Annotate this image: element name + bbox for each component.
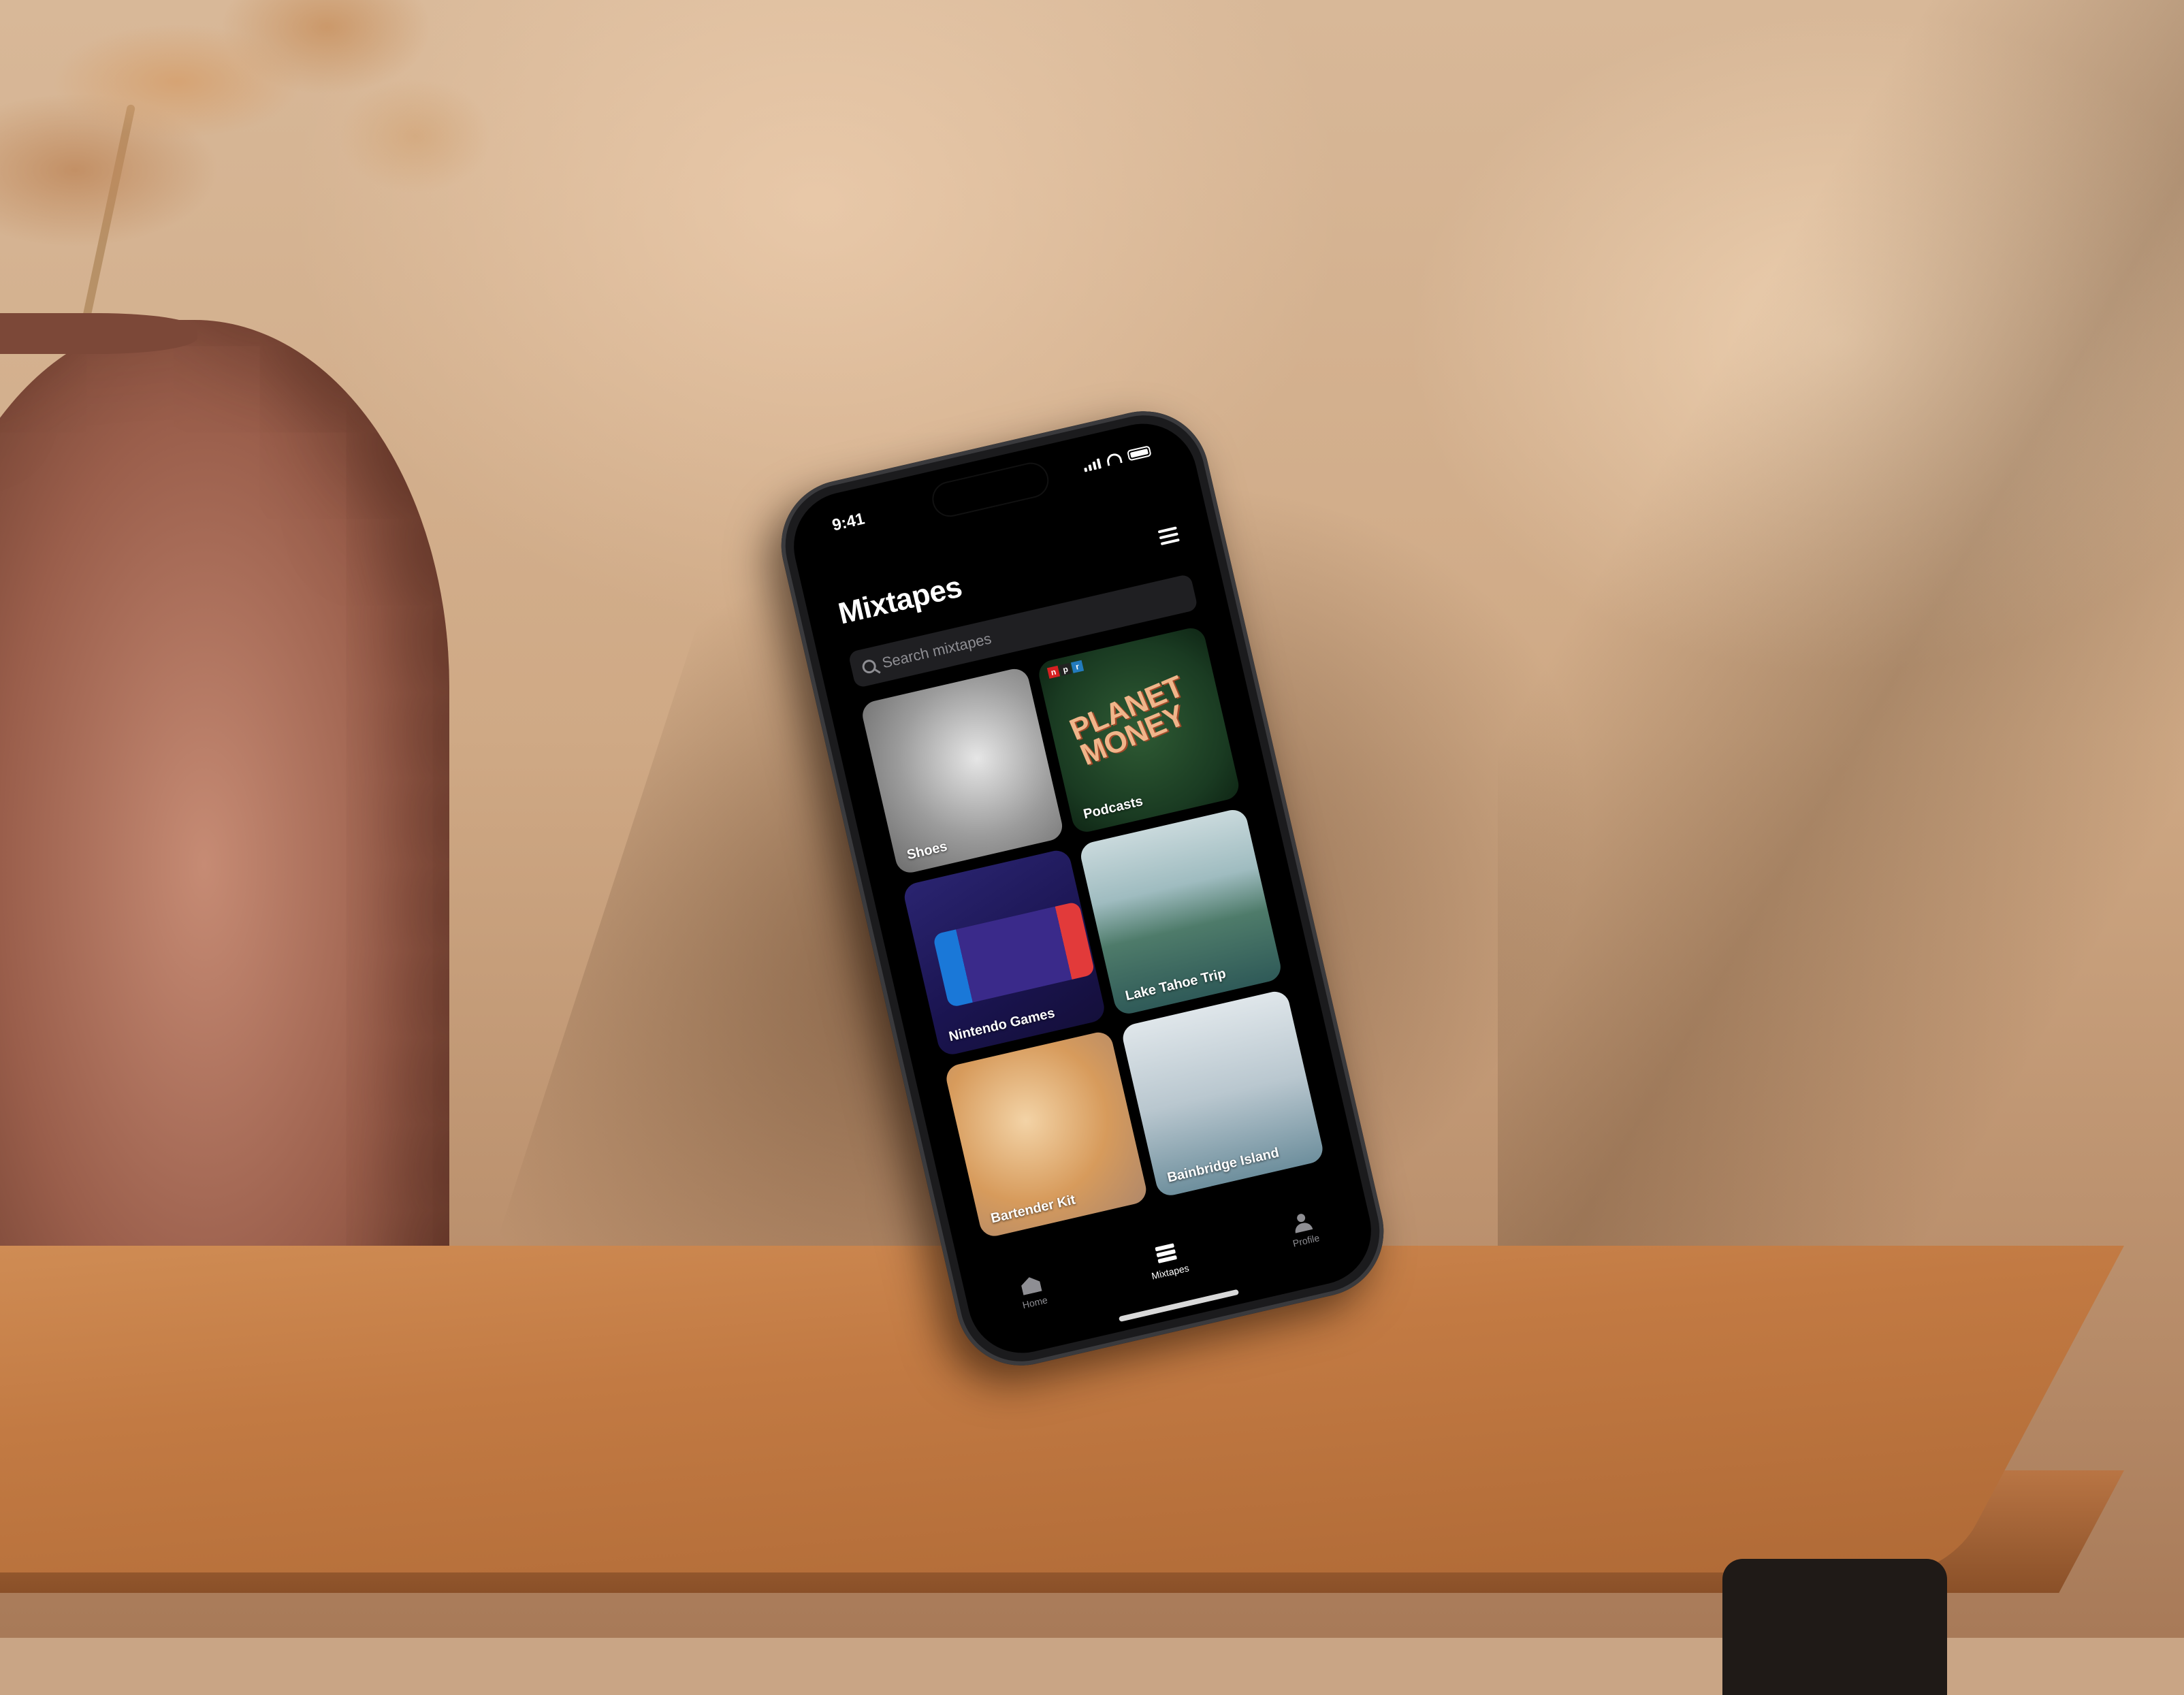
vase-neck [0,313,197,354]
planet-money-cover-text: PLANET MONEY [1065,669,1190,773]
mixtape-card-label: Nintendo Games [947,1005,1057,1045]
pampas-grass [0,0,517,327]
dynamic-island [930,460,1051,519]
status-icons [1082,445,1152,472]
signal-icon [1082,456,1102,472]
battery-icon [1126,445,1152,462]
wifi-icon [1105,452,1123,466]
tab-mixtapes[interactable]: Mixtapes [1146,1241,1190,1282]
tab-profile[interactable]: Profile [1287,1211,1320,1249]
mixtape-card-label: Shoes [905,839,949,863]
tab-home[interactable]: Home [1016,1274,1048,1310]
mixtapes-icon [1155,1243,1177,1265]
search-icon [861,658,878,675]
switch-console-image [932,901,1095,1008]
mixtape-grid: Shoes n p r PLANET MONEY Podcasts Ninten… [859,625,1326,1240]
status-time: 9:41 [830,509,867,535]
mixtape-card-label: Bartender Kit [989,1192,1077,1227]
tab-label: Home [1021,1294,1049,1311]
tab-label: Profile [1291,1232,1321,1249]
search-placeholder: Search mixtapes [880,630,993,672]
mixtape-card-shoes[interactable]: Shoes [859,666,1065,876]
profile-icon [1291,1212,1313,1233]
mixtape-card-bartender-kit[interactable]: Bartender Kit [944,1029,1149,1240]
home-icon [1020,1275,1042,1295]
mixtape-card-podcasts[interactable]: n p r PLANET MONEY Podcasts [1035,625,1242,835]
mixtape-card-bainbridge-island[interactable]: Bainbridge Island [1120,988,1326,1199]
mixtape-card-lake-tahoe-trip[interactable]: Lake Tahoe Trip [1078,807,1284,1017]
mixtape-card-label: Lake Tahoe Trip [1123,966,1227,1004]
mixtape-card-label: Podcasts [1082,794,1144,822]
table-leg [1722,1559,1947,1695]
tab-label: Mixtapes [1150,1262,1190,1282]
npr-logo: n p r [1046,660,1085,679]
mixtape-card-nintendo-games[interactable]: Nintendo Games [901,848,1108,1058]
mixtape-card-label: Bainbridge Island [1166,1145,1281,1186]
